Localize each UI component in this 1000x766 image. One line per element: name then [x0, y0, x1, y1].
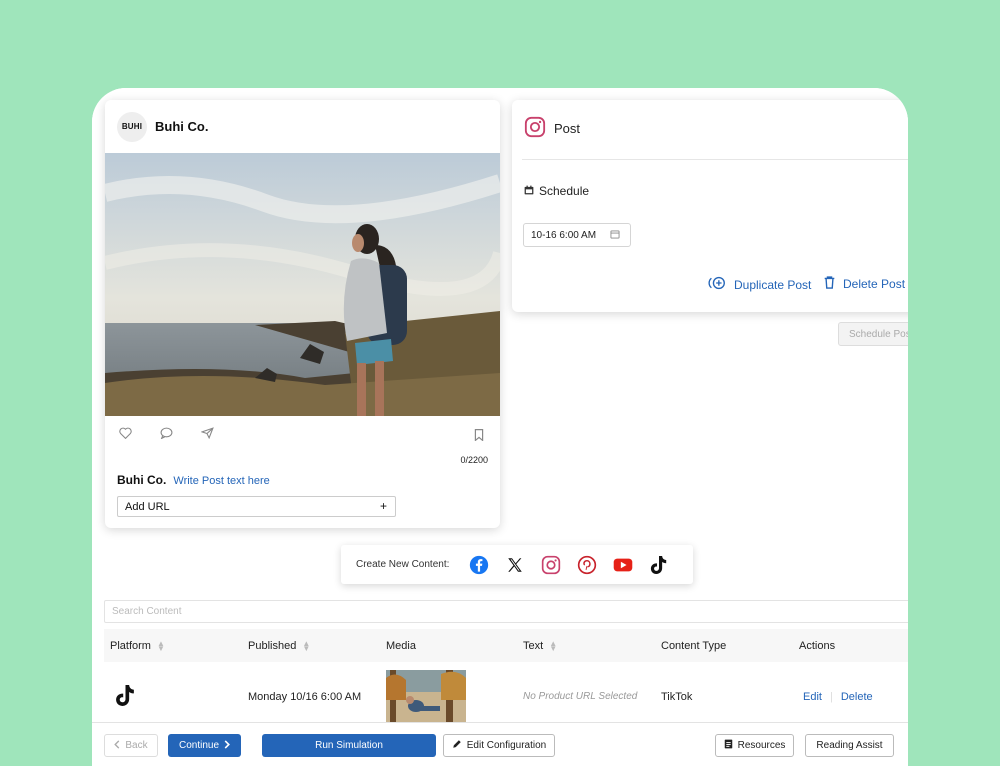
search-content-input[interactable]: Search Content	[104, 600, 908, 623]
delete-label: Delete Post	[843, 277, 906, 291]
duplicate-label: Duplicate Post	[734, 277, 812, 292]
x-icon[interactable]	[505, 555, 525, 575]
run-simulation-button[interactable]: Run Simulation	[262, 734, 436, 757]
reading-assist-label: Reading Assist	[816, 740, 883, 751]
youtube-icon[interactable]	[613, 555, 633, 575]
post-actions	[105, 416, 500, 454]
column-label: Platform	[110, 640, 151, 652]
back-label: Back	[125, 740, 148, 751]
chevron-left-icon	[114, 739, 120, 752]
sort-icon[interactable]: ▲ ▼	[549, 640, 557, 653]
resources-label: Resources	[737, 740, 786, 751]
share-icon[interactable]	[200, 426, 214, 444]
chevron-right-icon	[224, 739, 230, 752]
column-label: Published	[248, 640, 297, 652]
caption-author: Buhi Co.	[117, 473, 167, 487]
edit-configuration-button[interactable]: Edit Configuration	[443, 734, 555, 757]
calendar-icon[interactable]	[610, 229, 620, 242]
add-url-field[interactable]: Add URL +	[117, 496, 396, 517]
post-preview-card: BUHI Buhi Co. 0/2200 Buhi Co. Write Post…	[105, 100, 500, 528]
sort-icon[interactable]: ▲ ▼	[302, 640, 310, 653]
sort-icon[interactable]: ▲ ▼	[157, 640, 165, 653]
published-cell: Monday 10/16 6:00 AM	[248, 691, 362, 703]
trash-icon	[824, 276, 835, 292]
run-simulation-label: Run Simulation	[315, 740, 383, 751]
account-name: Buhi Co.	[155, 119, 209, 134]
column-header-platform[interactable]: Platform ▲ ▼	[110, 640, 165, 653]
column-header-published[interactable]: Published ▲ ▼	[248, 640, 310, 653]
search-placeholder: Search Content	[112, 606, 182, 617]
plus-icon[interactable]: +	[380, 499, 387, 513]
facebook-icon[interactable]	[469, 555, 489, 575]
pencil-icon	[452, 739, 462, 752]
actions-cell: Edit | Delete	[803, 691, 873, 703]
column-label: Actions	[799, 640, 836, 652]
table-row: Monday 10/16 6:00 AM No Product URL Sele…	[104, 666, 908, 726]
heart-icon[interactable]	[119, 426, 132, 444]
column-label: Text	[523, 640, 544, 652]
post-header: BUHI Buhi Co.	[105, 100, 500, 153]
schedule-panel: Post Schedule 10-16 6:00 AM Duplicate Po	[512, 100, 908, 312]
delete-row-button[interactable]: Delete	[841, 691, 873, 703]
instagram-icon	[524, 116, 546, 141]
column-header-content-type: Content Type	[661, 640, 726, 652]
instagram-icon[interactable]	[541, 555, 561, 575]
column-label: Media	[386, 640, 416, 652]
continue-label: Continue	[178, 740, 220, 751]
resources-button[interactable]: Resources	[715, 734, 794, 757]
schedule-heading: Schedule	[524, 184, 589, 198]
separator: |	[829, 691, 833, 703]
caption: Buhi Co. Write Post text here	[117, 473, 270, 487]
column-header-text[interactable]: Text ▲ ▼	[523, 640, 557, 653]
comment-icon[interactable]	[160, 426, 173, 444]
media-thumbnail[interactable]	[386, 670, 466, 722]
avatar: BUHI	[117, 111, 147, 142]
edit-configuration-label: Edit Configuration	[466, 740, 547, 751]
calendar-icon	[524, 184, 534, 198]
table-header: Platform ▲ ▼ Published ▲ ▼ Media Text ▲ ▼ C…	[104, 629, 908, 662]
delete-post-button[interactable]: Delete Post	[824, 276, 905, 292]
create-content-bar: Create New Content:	[341, 545, 693, 584]
column-header-media: Media	[386, 640, 416, 652]
add-url-label: Add URL	[125, 500, 170, 513]
app-screen: BUHI Buhi Co. 0/2200 Buhi Co. Write Post…	[92, 88, 908, 766]
tiktok-icon	[115, 684, 136, 710]
create-content-label: Create New Content:	[356, 559, 450, 570]
schedule-post-button[interactable]: Schedule Post	[838, 322, 908, 346]
duplicate-icon	[708, 276, 727, 293]
continue-button[interactable]: Continue	[168, 734, 241, 757]
device-frame: BUHI Buhi Co. 0/2200 Buhi Co. Write Post…	[92, 88, 908, 766]
platform-header: Post	[524, 116, 580, 141]
back-button[interactable]: Back	[104, 734, 158, 757]
content-type-cell: TikTok	[661, 691, 693, 703]
schedule-label: Schedule	[539, 184, 590, 198]
character-counter: 0/2200	[460, 455, 488, 465]
date-value: 10-16 6:00 AM	[531, 229, 597, 241]
column-label: Content Type	[661, 640, 727, 652]
post-image	[105, 153, 500, 416]
reading-assist-button[interactable]: Reading Assist	[805, 734, 894, 757]
divider	[522, 159, 908, 160]
pinterest-icon[interactable]	[577, 555, 597, 575]
schedule-date-input[interactable]: 10-16 6:00 AM	[523, 223, 631, 247]
post-text-input[interactable]: Write Post text here	[173, 475, 269, 487]
footer-toolbar: Back Continue Run Simulation Edit Config…	[92, 722, 908, 766]
column-header-actions: Actions	[799, 640, 835, 652]
bookmark-icon[interactable]	[474, 428, 484, 446]
document-icon	[724, 739, 733, 752]
text-cell: No Product URL Selected	[523, 691, 638, 702]
duplicate-post-button[interactable]: Duplicate Post	[708, 276, 811, 293]
tiktok-icon[interactable]	[649, 555, 669, 575]
platform-title: Post	[554, 121, 581, 136]
edit-row-button[interactable]: Edit	[803, 691, 822, 703]
